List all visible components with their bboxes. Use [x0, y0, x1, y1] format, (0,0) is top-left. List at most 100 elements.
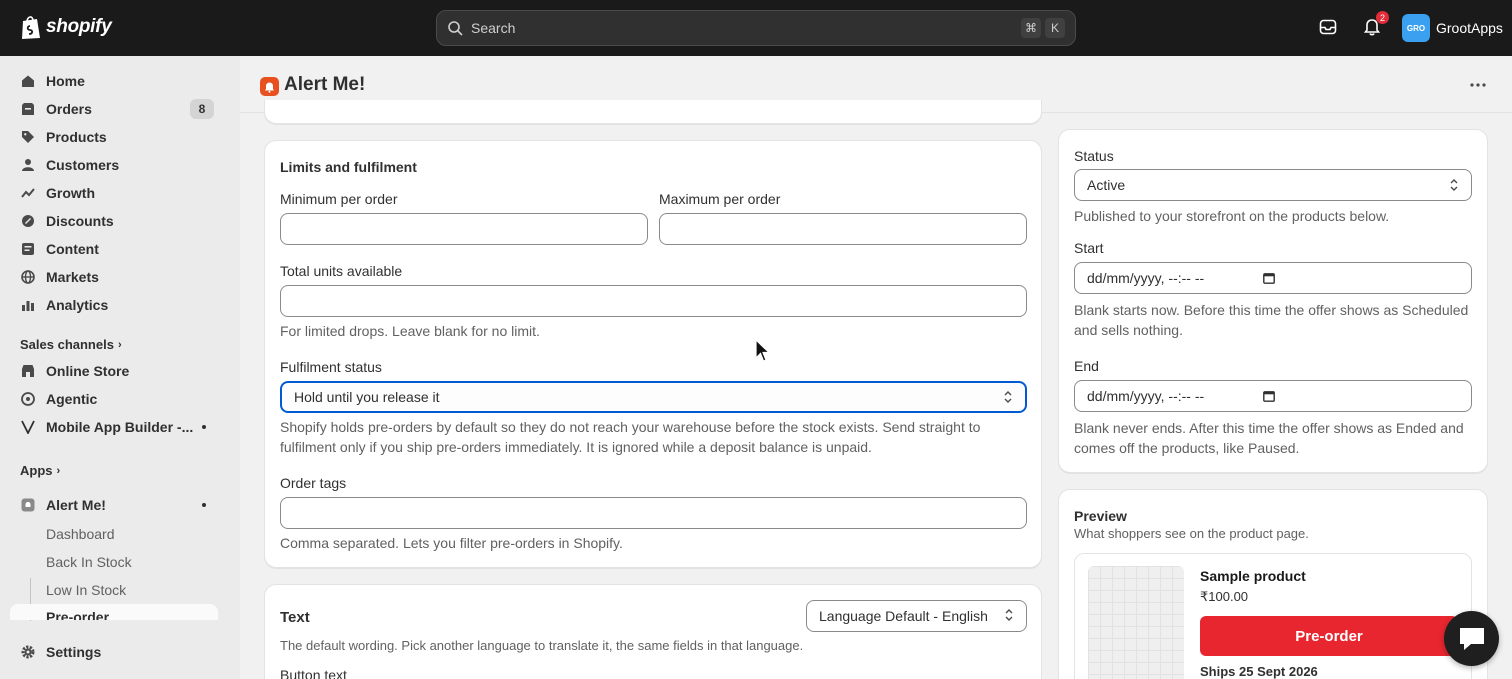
- fulfilment-status-value: Hold until you release it: [294, 389, 440, 405]
- status-select-value: Active: [1087, 177, 1126, 193]
- preview-pre-order-button[interactable]: Pre-order: [1200, 616, 1458, 656]
- sidebar-item-mobile-app-builder[interactable]: Mobile App Builder -...: [10, 413, 218, 441]
- sidebar: Home Orders 8 Products Customers Growth …: [0, 56, 240, 679]
- sidebar-item-agentic[interactable]: Agentic: [10, 385, 218, 413]
- fulfilment-help-line-2: fulfilment only if you ship pre-orders i…: [280, 439, 872, 455]
- discount-icon: [20, 213, 36, 229]
- preview-price: ₹100.00: [1200, 589, 1249, 604]
- order-tags-help: Comma separated. Lets you filter pre-ord…: [280, 535, 623, 551]
- language-select[interactable]: Language Default - English: [806, 600, 1027, 632]
- search-bar[interactable]: Search ⌘ K: [436, 10, 1076, 46]
- sidebar-sub-pre-order[interactable]: Pre-order: [10, 604, 218, 620]
- text-card-title: Text: [280, 609, 310, 626]
- min-per-order-input[interactable]: [280, 213, 648, 245]
- order-tags-input[interactable]: [280, 497, 1027, 529]
- sidebar-item-analytics[interactable]: Analytics: [10, 291, 218, 319]
- status-card: Status Active Published to your storefro…: [1058, 129, 1488, 473]
- sidebar-item-label: Content: [46, 241, 99, 257]
- search-placeholder: Search: [471, 20, 516, 36]
- store-menu[interactable]: GRO GrootApps: [1402, 14, 1503, 42]
- person-icon: [20, 157, 36, 173]
- sidebar-footer: Settings: [0, 621, 240, 679]
- fulfilment-status-label: Fulfilment status: [280, 359, 382, 375]
- sidebar-item-online-store[interactable]: Online Store: [10, 357, 218, 385]
- end-help-line-2: comes off the products, like Paused.: [1074, 440, 1300, 456]
- sidebar-item-settings[interactable]: Settings: [10, 638, 218, 666]
- sidebar-item-home[interactable]: Home: [10, 67, 218, 95]
- end-datetime-value: dd/mm/yyyy, --:-- --: [1087, 388, 1205, 404]
- sidebar-sub-back-in-stock[interactable]: Back In Stock: [46, 554, 132, 570]
- page-title: Alert Me!: [284, 74, 366, 95]
- sidebar-item-label: Orders: [46, 101, 92, 117]
- logo-text: shopify: [46, 16, 112, 37]
- sidebar-item-label: Home: [46, 73, 85, 89]
- sales-channels-heading[interactable]: Sales channels ›: [20, 337, 122, 352]
- bell-icon[interactable]: 2: [1361, 11, 1389, 38]
- start-datetime-input[interactable]: dd/mm/yyyy, --:-- --: [1074, 262, 1472, 294]
- k-key: K: [1045, 18, 1065, 38]
- apps-heading[interactable]: Apps ›: [20, 463, 60, 478]
- sidebar-item-growth[interactable]: Growth: [10, 179, 218, 207]
- store-avatar: GRO: [1402, 14, 1430, 42]
- status-select[interactable]: Active: [1074, 169, 1472, 201]
- chat-bubble-icon: [1459, 627, 1484, 650]
- sidebar-item-markets[interactable]: Markets: [10, 263, 218, 291]
- home-icon: [20, 73, 36, 89]
- sidebar-item-label: Alert Me!: [46, 497, 106, 513]
- sidebar-item-label: Growth: [46, 185, 95, 201]
- inbox-icon[interactable]: [1317, 16, 1339, 38]
- calendar-icon[interactable]: [1263, 390, 1275, 402]
- v-logo-icon: [20, 419, 36, 435]
- sales-channels-label: Sales channels: [20, 337, 114, 352]
- sidebar-item-label: Online Store: [46, 363, 130, 379]
- store-name: GrootApps: [1436, 20, 1503, 36]
- select-chevron-icon: [1005, 609, 1013, 621]
- sidebar-item-products[interactable]: Products: [10, 123, 218, 151]
- start-help-line-2: and sells nothing.: [1074, 322, 1183, 338]
- sidebar-item-label: Mobile App Builder -...: [46, 419, 194, 435]
- start-datetime-value: dd/mm/yyyy, --:-- --: [1087, 270, 1205, 286]
- sidebar-item-label: Markets: [46, 269, 99, 285]
- notification-badge: 2: [1376, 11, 1389, 24]
- preview-title: Preview: [1074, 508, 1127, 524]
- total-units-input[interactable]: [280, 285, 1027, 317]
- sidebar-sub-low-in-stock[interactable]: Low In Stock: [46, 582, 126, 598]
- product-preview: Sample product ₹100.00 Pre-order Ships 2…: [1074, 553, 1472, 679]
- growth-icon: [20, 185, 36, 201]
- sidebar-item-discounts[interactable]: Discounts: [10, 207, 218, 235]
- sidebar-item-content[interactable]: Content: [10, 235, 218, 263]
- sidebar-item-customers[interactable]: Customers: [10, 151, 218, 179]
- text-card: Text Language Default - English The defa…: [264, 584, 1042, 679]
- sparkle-icon: [20, 391, 36, 407]
- search-icon: [448, 21, 463, 36]
- sidebar-sub-dashboard[interactable]: Dashboard: [46, 526, 115, 542]
- pre-order-label: Pre-order: [46, 609, 110, 620]
- end-datetime-input[interactable]: dd/mm/yyyy, --:-- --: [1074, 380, 1472, 412]
- calendar-icon[interactable]: [1263, 272, 1275, 284]
- end-label: End: [1074, 358, 1099, 374]
- select-chevron-icon: [1004, 391, 1012, 403]
- sidebar-item-orders[interactable]: Orders 8: [10, 95, 218, 123]
- mouse-cursor-icon: [755, 339, 771, 362]
- sidebar-item-label: Analytics: [46, 297, 109, 313]
- language-select-value: Language Default - English: [819, 608, 988, 624]
- max-per-order-input[interactable]: [659, 213, 1027, 245]
- chat-button[interactable]: [1444, 611, 1499, 666]
- apps-label: Apps: [20, 463, 53, 478]
- start-label: Start: [1074, 240, 1104, 256]
- content-icon: [20, 241, 36, 257]
- product-image-placeholder: [1088, 566, 1184, 679]
- shopify-logo[interactable]: shopify: [20, 14, 112, 40]
- status-help: Published to your storefront on the prod…: [1074, 208, 1390, 224]
- chart-icon: [20, 297, 36, 313]
- chevron-right-icon: ›: [56, 464, 61, 477]
- total-units-help: For limited drops. Leave blank for no li…: [280, 323, 540, 339]
- chevron-right-icon: ›: [117, 338, 122, 351]
- sidebar-item-label: Customers: [46, 157, 120, 173]
- sidebar-item-alert-me[interactable]: Alert Me!: [10, 491, 218, 519]
- pre-order-button-label: Pre-order: [1295, 627, 1363, 645]
- alert-me-app-icon: [20, 497, 36, 513]
- fulfilment-status-select[interactable]: Hold until you release it: [280, 381, 1027, 413]
- order-tags-label: Order tags: [280, 475, 347, 491]
- more-horizontal-icon[interactable]: [1468, 78, 1488, 92]
